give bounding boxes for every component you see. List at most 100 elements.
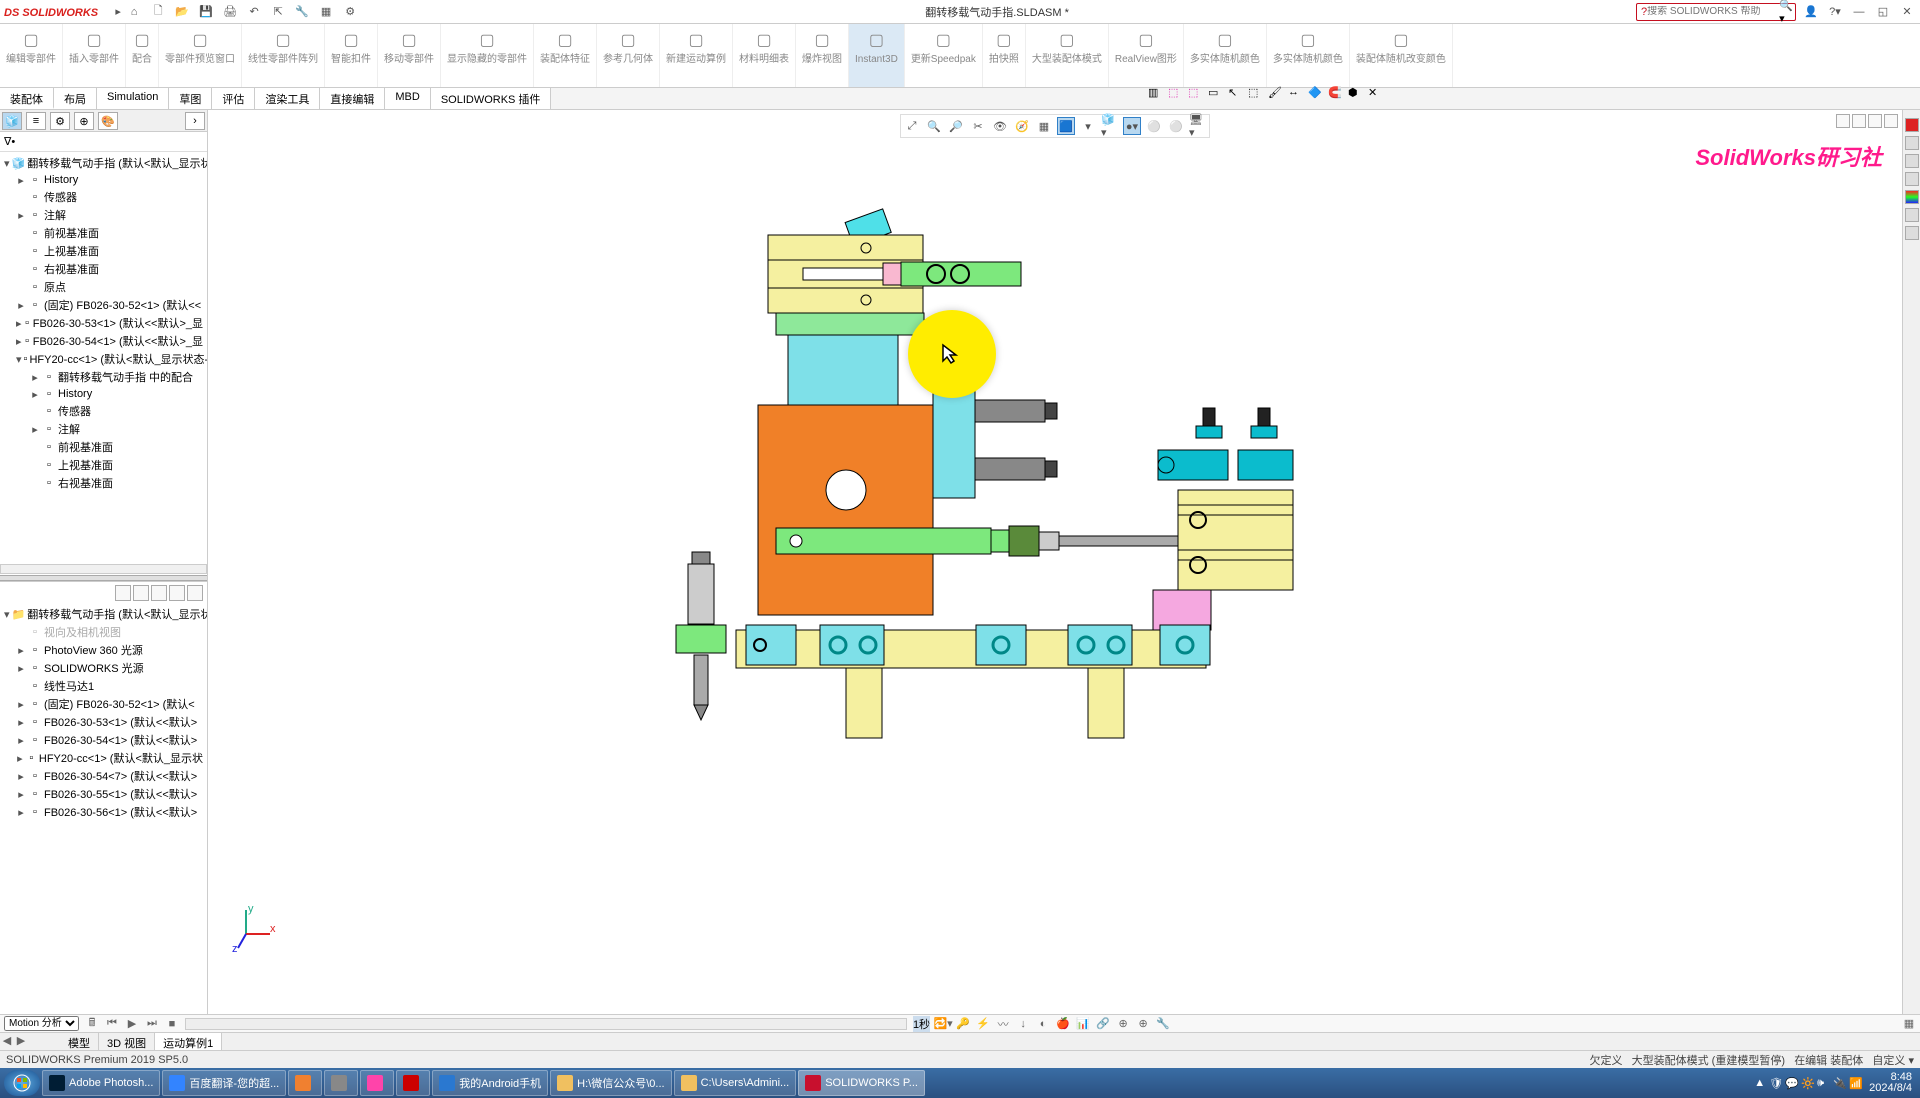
start-button[interactable] xyxy=(4,1070,40,1096)
tab-nav-right-icon[interactable]: ▶ xyxy=(14,1033,28,1047)
hud-paint-icon[interactable]: 🖌 xyxy=(1268,86,1284,102)
open-icon[interactable]: 📂 xyxy=(174,4,190,20)
task-item[interactable] xyxy=(360,1070,394,1096)
collapse-icon[interactable]: ▦ xyxy=(1902,1017,1916,1031)
hud-all-icon[interactable]: ⬚ xyxy=(1248,86,1264,102)
play-icon[interactable]: ▶ xyxy=(125,1017,139,1031)
ribbon-multi2[interactable]: ▢多实体随机颜色 xyxy=(1267,24,1350,87)
task-item[interactable] xyxy=(396,1070,430,1096)
loop-icon[interactable]: 🔁▾ xyxy=(936,1017,950,1031)
tray-icon[interactable]: 🔌 xyxy=(1833,1077,1845,1089)
print-icon[interactable]: 🖨 xyxy=(222,4,238,20)
hud-select3-icon[interactable]: ▭ xyxy=(1208,86,1224,102)
stop-icon[interactable]: ■ xyxy=(165,1017,179,1031)
ribbon-insert[interactable]: ▢插入零部件 xyxy=(63,24,126,87)
tree-item[interactable]: ▸▫注解 xyxy=(2,420,205,438)
tree-item[interactable]: ▸▫翻转移载气动手指 中的配合 xyxy=(2,368,205,386)
ribbon-mate[interactable]: ▢配合 xyxy=(126,24,159,87)
vp-max-icon[interactable] xyxy=(1868,114,1882,128)
task-item[interactable] xyxy=(324,1070,358,1096)
select-icon[interactable]: ⇱ xyxy=(270,4,286,20)
tab-3[interactable]: 草图 xyxy=(169,88,212,109)
graphics-viewport[interactable]: ▥ ⬚ ⬚ ▭ ↖ ⬚ 🖌 ↔ 🔷 🧲 ⬢ ✕ ⤢ 🔍 🔎 ✂ 👁 🧭 ▦ 🟦 … xyxy=(208,110,1902,1014)
contact-icon[interactable]: ◐ xyxy=(1036,1017,1050,1031)
more2-icon[interactable]: ⊕ xyxy=(1136,1017,1150,1031)
vp-tile-icon[interactable] xyxy=(1836,114,1850,128)
orientation-triad[interactable]: y x z xyxy=(228,904,278,954)
tp-prop-icon[interactable] xyxy=(1905,226,1919,240)
tp-view-icon[interactable] xyxy=(1905,190,1919,204)
tp-home-icon[interactable] xyxy=(1905,118,1919,132)
system-tray[interactable]: ▲ 🛡 💬 🔆 🕪 🔌 📶 8:482024/8/4 xyxy=(1754,1072,1916,1094)
ribbon-large[interactable]: ▢大型装配体模式 xyxy=(1026,24,1109,87)
tree-item[interactable]: ▫原点 xyxy=(2,278,205,296)
task-item[interactable]: Adobe Photosh... xyxy=(42,1070,160,1096)
shaded-edges-icon[interactable]: 🟦 xyxy=(1057,117,1075,135)
tray-icon[interactable]: 🔆 xyxy=(1801,1077,1813,1089)
tree-item[interactable]: ▸▫History xyxy=(2,386,205,402)
tp-lib-icon[interactable] xyxy=(1905,154,1919,168)
tree-item[interactable]: ▫传感器 xyxy=(2,188,205,206)
tree-item[interactable]: ▸▫History xyxy=(2,172,205,188)
ffwd-icon[interactable]: ⏭ xyxy=(145,1017,159,1031)
tab-6[interactable]: 直接编辑 xyxy=(320,88,385,109)
minimize-icon[interactable]: — xyxy=(1850,3,1868,21)
tree-item[interactable]: ▸▫FB026-30-54<1> (默认<<默认>_显 xyxy=(2,332,205,350)
tray-icon[interactable]: 💬 xyxy=(1785,1077,1797,1089)
tree-item[interactable]: ▫前视基准面 xyxy=(2,438,205,456)
result-icon[interactable]: 📊 xyxy=(1076,1017,1090,1031)
task-item[interactable]: 我的Android手机 xyxy=(432,1070,548,1096)
tray-icon[interactable]: 🕪 xyxy=(1817,1077,1829,1089)
tree-hscroll[interactable] xyxy=(0,564,207,574)
tab-1[interactable]: 布局 xyxy=(54,88,97,109)
display-icon[interactable]: ▦ xyxy=(1035,117,1053,135)
option3-icon[interactable] xyxy=(169,585,185,601)
tree-item[interactable]: ▾▫HFY20-cc<1> (默认<默认_显示状态- xyxy=(2,350,205,368)
motion-item[interactable]: ▸▫FB026-30-54<1> (默认<<默认> xyxy=(2,731,205,749)
tray-up-icon[interactable]: ▲ xyxy=(1754,1077,1765,1089)
motion-root[interactable]: ▾📁翻转移载气动手指 (默认<默认_显示状 xyxy=(2,605,205,623)
bottom-tab-0[interactable]: 模型 xyxy=(60,1033,99,1050)
motion-item[interactable]: ▸▫(固定) FB026-30-52<1> (默认< xyxy=(2,695,205,713)
taskbar-clock[interactable]: 8:482024/8/4 xyxy=(1865,1072,1916,1094)
tab-7[interactable]: MBD xyxy=(385,88,430,109)
motion-item[interactable]: ▸▫SOLIDWORKS 光源 xyxy=(2,659,205,677)
motion-mode-select[interactable]: Motion 分析 xyxy=(4,1016,79,1031)
home-icon[interactable]: ⌂ xyxy=(126,4,142,20)
tab-2[interactable]: Simulation xyxy=(97,88,169,109)
appearance2-icon[interactable]: ⚪ xyxy=(1167,117,1185,135)
bottom-tab-2[interactable]: 运动算例1 xyxy=(155,1033,222,1050)
ribbon-edit[interactable]: ▢编辑零部件 xyxy=(0,24,63,87)
panel-collapse-icon[interactable]: › xyxy=(185,112,205,130)
tree-item[interactable]: ▸▫注解 xyxy=(2,206,205,224)
tray-icon[interactable]: 🛡 xyxy=(1769,1077,1781,1089)
ribbon-i3d[interactable]: ▢Instant3D xyxy=(849,24,905,87)
hud-limit-icon[interactable]: ▥ xyxy=(1148,86,1164,102)
motion-item[interactable]: ▸▫PhotoView 360 光源 xyxy=(2,641,205,659)
hud-macro-icon[interactable]: ⬢ xyxy=(1348,86,1364,102)
wrench-icon[interactable]: 🔧 xyxy=(1156,1017,1170,1031)
help-dropdown-icon[interactable]: ?▾ xyxy=(1826,3,1844,21)
key-icon[interactable]: 🔑 xyxy=(956,1017,970,1031)
shaded-icon[interactable]: ▾ xyxy=(1079,117,1097,135)
tree-item[interactable]: ▫传感器 xyxy=(2,402,205,420)
task-item[interactable]: 百度翻译-您的超... xyxy=(162,1070,286,1096)
new-icon[interactable]: 🗋 xyxy=(150,4,166,20)
hud-dim-icon[interactable]: ↔ xyxy=(1288,86,1304,102)
help-search[interactable]: ? 🔍▾ xyxy=(1636,3,1796,21)
motion-item[interactable]: ▸▫FB026-30-54<7> (默认<<默认> xyxy=(2,767,205,785)
ribbon-snap[interactable]: ▢拍快照 xyxy=(983,24,1026,87)
motion-item[interactable]: ▸▫FB026-30-55<1> (默认<<默认> xyxy=(2,785,205,803)
option2-icon[interactable] xyxy=(151,585,167,601)
hud-magnet-icon[interactable]: 🧲 xyxy=(1328,86,1344,102)
vp-min-icon[interactable] xyxy=(1852,114,1866,128)
search-icon[interactable]: 🔍▾ xyxy=(1779,0,1793,25)
zoom-area-icon[interactable]: 🔍 xyxy=(925,117,943,135)
ribbon-realview[interactable]: ▢RealView图形 xyxy=(1109,24,1184,87)
ribbon-linpat[interactable]: ▢线性零部件阵列 xyxy=(242,24,325,87)
tp-appear-icon[interactable] xyxy=(1905,208,1919,222)
display-tab[interactable]: 🎨 xyxy=(98,112,118,130)
hud-feat-icon[interactable]: 🔷 xyxy=(1308,86,1324,102)
dview-icon[interactable]: 👁 xyxy=(991,117,1009,135)
undo-icon[interactable]: ↶ xyxy=(246,4,262,20)
